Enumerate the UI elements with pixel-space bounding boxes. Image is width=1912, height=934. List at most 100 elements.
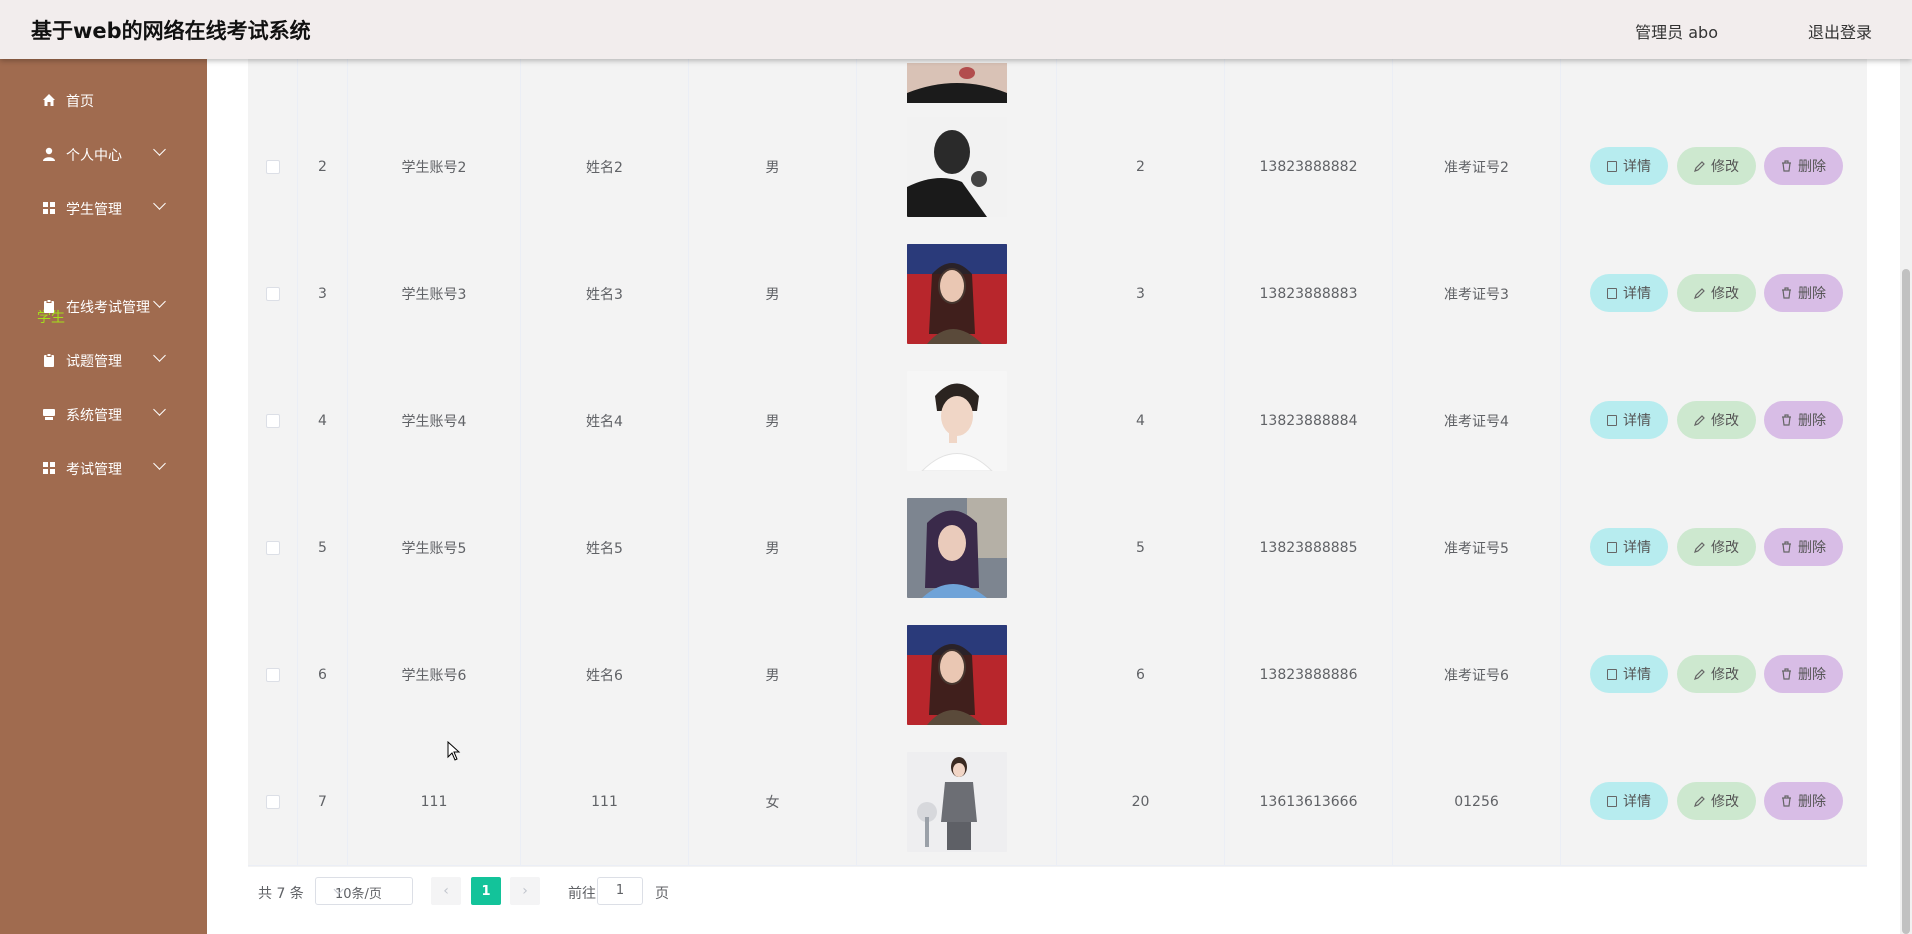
student-phone: 13823888884 [1259, 412, 1358, 429]
student-gender: 男 [765, 667, 780, 684]
student-name: 姓名3 [586, 286, 623, 303]
student-photo[interactable] [906, 751, 1007, 852]
student-photo[interactable] [906, 370, 1007, 471]
home-icon [43, 94, 55, 106]
row-checkbox[interactable] [265, 540, 280, 555]
student-photo[interactable] [906, 497, 1007, 598]
student-exam-ticket: 准考证号3 [1444, 286, 1509, 303]
detail-button[interactable]: 详情 [1590, 782, 1668, 820]
sidebar-item-question-management[interactable]: 试题管理 [0, 345, 207, 375]
trash-icon [1782, 541, 1791, 553]
current-user-label: 管理员 abo [1635, 23, 1718, 42]
detail-button[interactable]: 详情 [1590, 147, 1668, 185]
page-size-value: 10条/页 [335, 887, 382, 902]
page-scrollbar[interactable] [1900, 59, 1912, 934]
student-exam-ticket: 准考证号2 [1444, 159, 1509, 176]
edit-button[interactable]: 修改 [1677, 655, 1756, 693]
student-photo[interactable] [906, 243, 1007, 344]
row-checkbox[interactable] [265, 667, 280, 682]
chevron-down-icon [153, 457, 166, 470]
delete-label: 删除 [1798, 159, 1826, 175]
edit-button[interactable]: 修改 [1677, 782, 1756, 820]
page-size-select[interactable]: 10条/页 [315, 877, 413, 905]
goto-suffix: 页 [655, 886, 669, 902]
pencil-icon [1694, 668, 1705, 680]
app-title: 基于web的网络在线考试系统 [31, 19, 311, 43]
sidebar-item-label: 考试管理 [66, 462, 122, 478]
page-number-1[interactable]: 1 [471, 877, 501, 905]
sidebar-item-personal-center[interactable]: 个人中心 [0, 139, 207, 169]
student-age: 20 [1131, 793, 1150, 810]
prev-page-button[interactable]: ‹ [431, 877, 461, 905]
chevron-down-icon [153, 197, 166, 210]
pencil-icon [1694, 795, 1705, 807]
sidebar-item-student-management[interactable]: 学生管理 [0, 193, 207, 223]
next-page-button[interactable]: › [510, 877, 540, 905]
sidebar-item-label: 试题管理 [66, 354, 122, 370]
edit-label: 修改 [1711, 286, 1739, 302]
edit-label: 修改 [1711, 667, 1739, 683]
sidebar-item-home[interactable]: 首页 [0, 85, 207, 115]
student-account: 111 [420, 793, 448, 810]
student-gender: 女 [765, 794, 780, 811]
edit-button[interactable]: 修改 [1677, 528, 1756, 566]
delete-button[interactable]: 删除 [1764, 274, 1843, 312]
student-phone: 13823888883 [1259, 285, 1358, 302]
student-photo[interactable] [906, 624, 1007, 725]
delete-button[interactable]: 删除 [1764, 147, 1843, 185]
detail-button[interactable]: 详情 [1590, 528, 1668, 566]
detail-label: 详情 [1623, 540, 1651, 556]
delete-label: 删除 [1798, 667, 1826, 683]
student-account: 学生账号6 [401, 667, 467, 684]
delete-label: 删除 [1798, 286, 1826, 302]
goto-page-input[interactable]: 1 [597, 877, 643, 905]
sidebar-item-system-management[interactable]: 系统管理 [0, 399, 207, 429]
student-phone: 13613613666 [1259, 793, 1358, 810]
edit-button[interactable]: 修改 [1677, 147, 1756, 185]
student-gender: 男 [765, 159, 780, 176]
sidebar-item-label: 在线考试管理 [66, 300, 150, 316]
detail-button[interactable]: 详情 [1590, 655, 1668, 693]
edit-label: 修改 [1711, 794, 1739, 810]
row-checkbox[interactable] [265, 286, 280, 301]
delete-label: 删除 [1798, 540, 1826, 556]
document-icon [1607, 414, 1617, 426]
logout-link[interactable]: 退出登录 [1808, 19, 1872, 43]
pencil-icon [1694, 414, 1705, 426]
edit-label: 修改 [1711, 413, 1739, 429]
detail-label: 详情 [1623, 794, 1651, 810]
row-checkbox[interactable] [265, 794, 280, 809]
clipboard-icon [44, 353, 54, 367]
sidebar-item-label: 系统管理 [66, 408, 122, 424]
delete-button[interactable]: 删除 [1764, 528, 1843, 566]
student-age: 5 [1136, 539, 1145, 556]
table-row: 5 学生账号5 姓名5 男 5 13823888885 准考证号5 详情 修改 删除 [248, 484, 1867, 612]
mouse-cursor-icon [447, 741, 461, 761]
student-photo[interactable] [906, 116, 1007, 217]
row-checkbox[interactable] [265, 413, 280, 428]
student-name: 姓名6 [586, 667, 623, 684]
table-row: 3 学生账号3 姓名3 男 3 13823888883 准考证号3 详情 修改 删除 [248, 230, 1867, 358]
sidebar-item-label: 首页 [66, 94, 94, 110]
student-account: 学生账号2 [401, 159, 467, 176]
detail-button[interactable]: 详情 [1590, 401, 1668, 439]
edit-button[interactable]: 修改 [1677, 401, 1756, 439]
sidebar-item-exam-management[interactable]: 考试管理 [0, 453, 207, 483]
server-icon [43, 409, 55, 420]
student-age: 2 [1136, 158, 1145, 175]
delete-button[interactable]: 删除 [1764, 655, 1843, 693]
sidebar-item-online-exam-management[interactable]: 在线考试管理 [0, 291, 207, 321]
table-row: 6 学生账号6 姓名6 男 6 13823888886 准考证号6 详情 修改 删除 [248, 611, 1867, 739]
detail-button[interactable]: 详情 [1590, 274, 1668, 312]
document-icon [1607, 541, 1617, 553]
detail-label: 详情 [1623, 286, 1651, 302]
edit-button[interactable]: 修改 [1677, 274, 1756, 312]
delete-button[interactable]: 删除 [1764, 401, 1843, 439]
scrollbar-thumb[interactable] [1902, 269, 1910, 934]
detail-label: 详情 [1623, 667, 1651, 683]
student-phone: 13823888882 [1259, 158, 1358, 175]
row-checkbox[interactable] [265, 159, 280, 174]
pencil-icon [1694, 541, 1705, 553]
trash-icon [1782, 160, 1791, 172]
delete-button[interactable]: 删除 [1764, 782, 1843, 820]
